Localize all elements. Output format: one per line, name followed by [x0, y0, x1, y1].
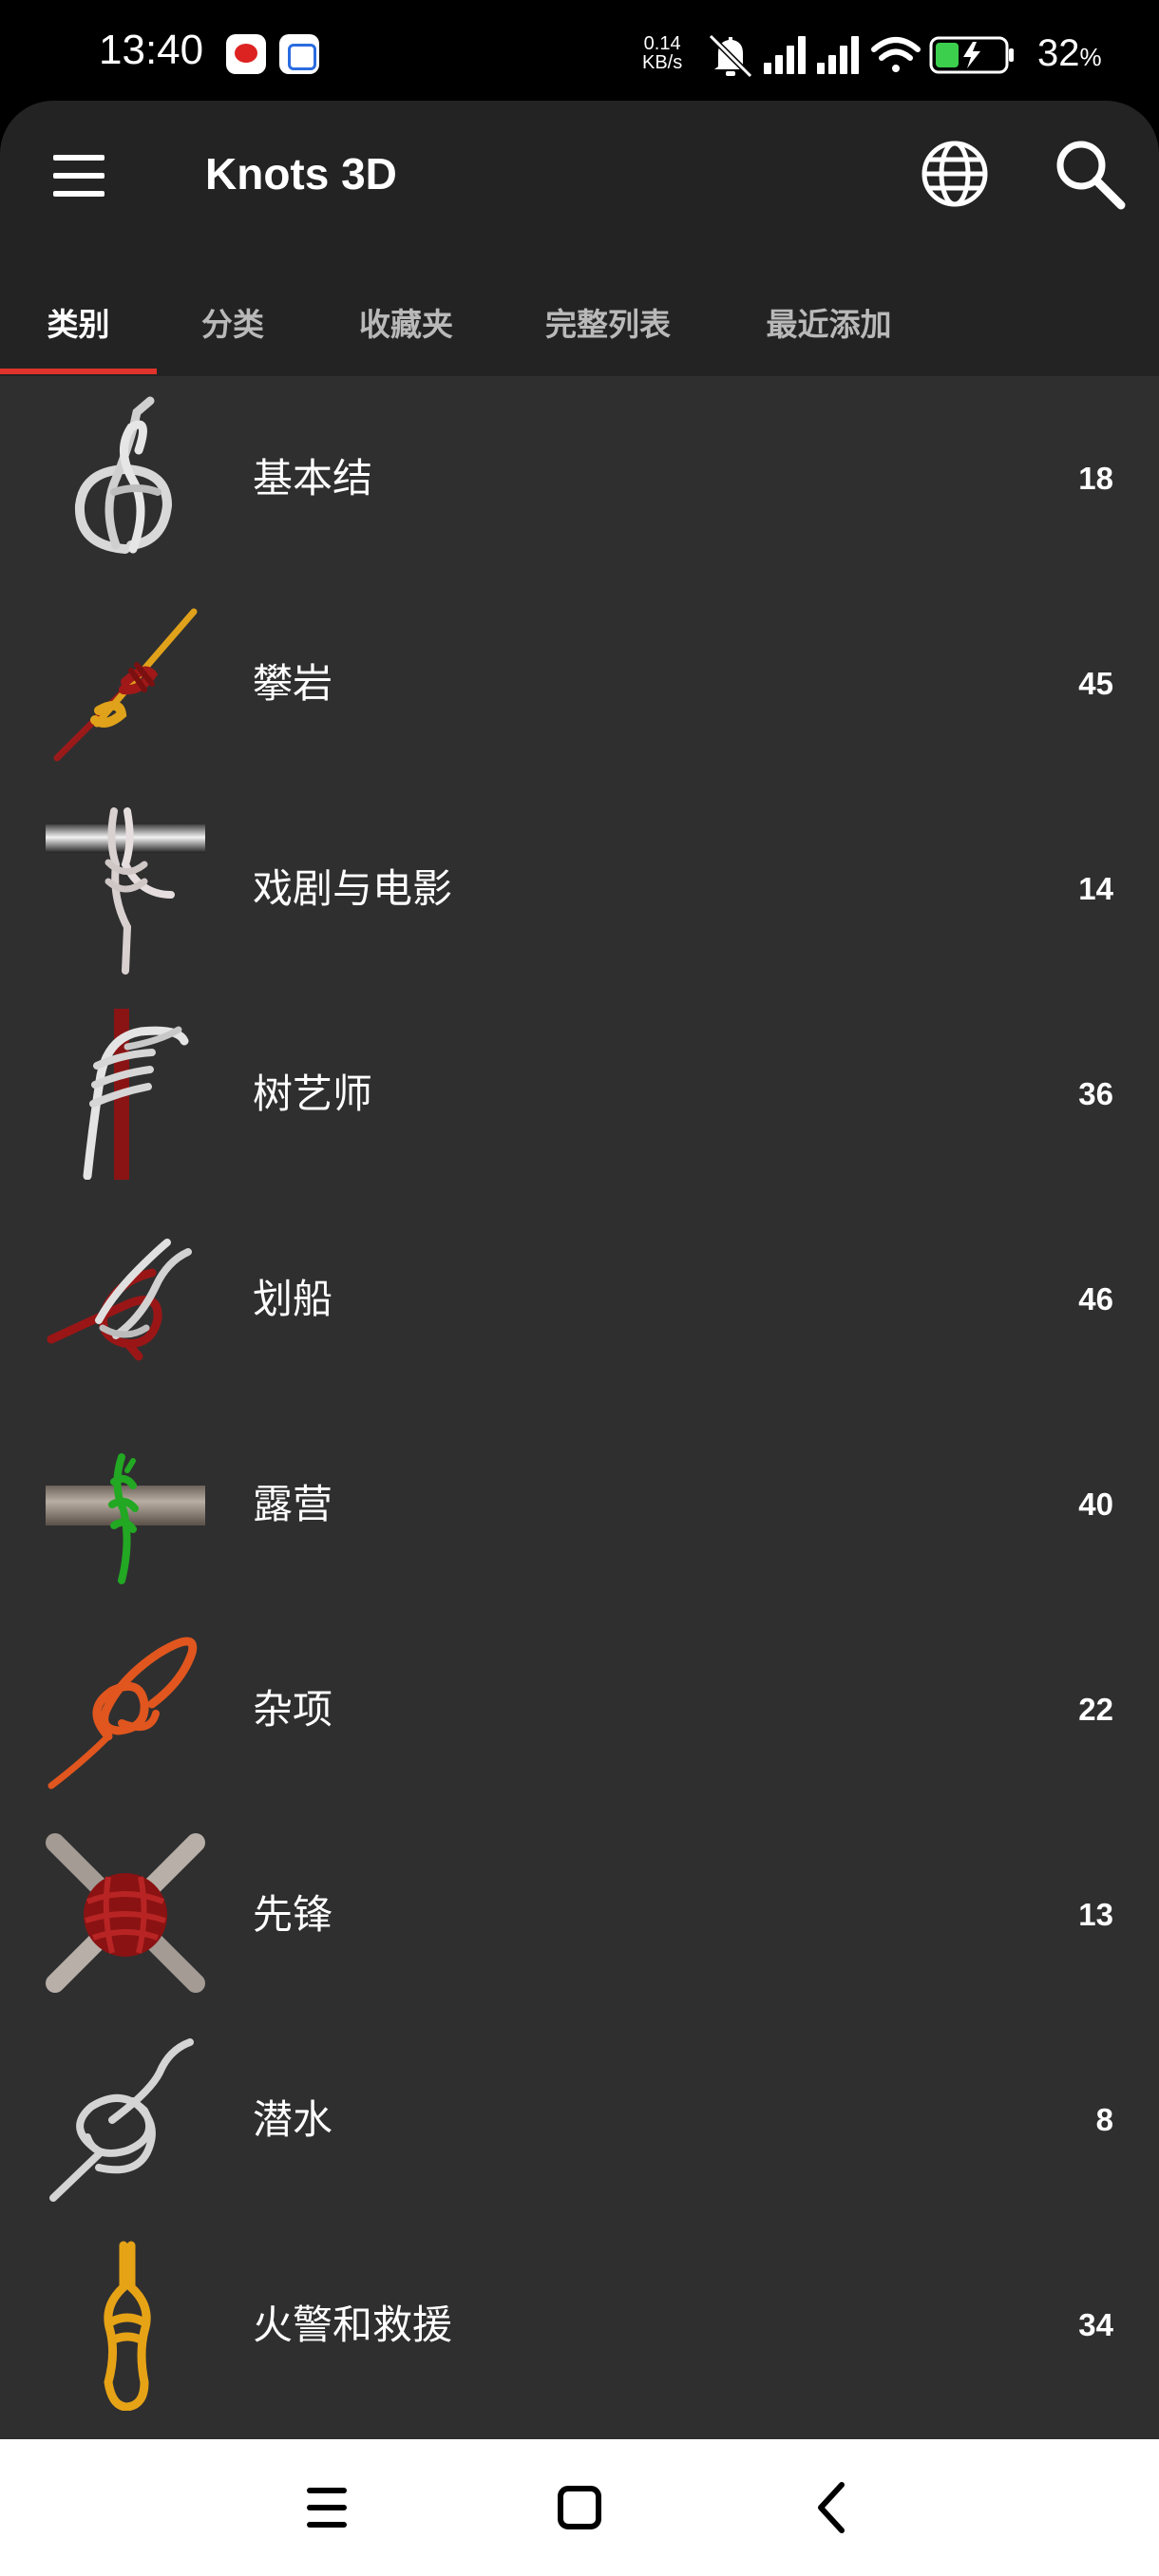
knot-thumbnail-icon	[53, 608, 198, 762]
category-count: 8	[1095, 2102, 1113, 2137]
status-icons	[708, 33, 1014, 79]
list-item[interactable]: 树艺师 36	[0, 992, 1159, 1197]
network-speed-value: 0.14	[643, 33, 681, 54]
category-list: 基本结 18 攀岩 45 戏剧与电影 14 树艺师 36 划船 46 露营 40…	[0, 376, 1159, 2439]
network-speed: 0.14 KB/s	[642, 34, 682, 72]
menu-icon-line	[53, 155, 104, 161]
knot-thumbnail-icon	[47, 1239, 192, 1361]
tab-categories[interactable]: 类别	[0, 272, 157, 376]
category-count: 18	[1078, 461, 1113, 496]
active-tab-indicator	[0, 369, 157, 374]
list-item[interactable]: 戏剧与电影 14	[0, 786, 1159, 992]
search-icon[interactable]	[1051, 135, 1129, 213]
list-item[interactable]: 攀岩 45	[0, 581, 1159, 786]
category-label: 戏剧与电影	[253, 865, 453, 912]
status-time: 13:40	[99, 27, 204, 73]
knot-thumbnail-icon	[49, 2038, 194, 2202]
bell-muted-icon	[708, 33, 753, 79]
category-label: 树艺师	[253, 1070, 373, 1117]
status-bar: 13:40 0.14 KB/s 32%	[0, 0, 1159, 104]
category-label: 露营	[253, 1481, 333, 1527]
home-icon[interactable]	[540, 2468, 619, 2548]
back-icon[interactable]	[792, 2468, 872, 2548]
category-count: 40	[1078, 1487, 1113, 1522]
list-item[interactable]: 露营 40	[0, 1402, 1159, 1607]
category-label: 火警和救援	[253, 2301, 453, 2348]
category-count: 36	[1078, 1076, 1113, 1111]
category-label: 杂项	[253, 1686, 333, 1733]
category-label: 先锋	[253, 1891, 333, 1938]
menu-button[interactable]	[49, 146, 108, 205]
category-count: 34	[1078, 2307, 1113, 2342]
category-label: 潜水	[253, 2096, 333, 2143]
category-count: 46	[1078, 1281, 1113, 1316]
signal-icon	[764, 36, 806, 74]
tab-classification[interactable]: 分类	[157, 272, 309, 376]
battery-percent-symbol: %	[1079, 43, 1102, 71]
knot-thumbnail-icon	[83, 1009, 189, 1180]
network-speed-unit: KB/s	[642, 52, 683, 73]
category-count: 13	[1078, 1897, 1113, 1932]
knot-thumbnail-icon	[46, 807, 205, 975]
list-item[interactable]: 先锋 13	[0, 1812, 1159, 2017]
category-label: 划船	[253, 1276, 333, 1322]
tab-recently-added[interactable]: 最近添加	[712, 272, 945, 376]
knot-thumbnail-icon	[74, 396, 173, 554]
system-navigation-bar	[0, 2439, 1159, 2576]
menu-icon-line	[53, 191, 104, 197]
knot-thumbnail-icon	[46, 1453, 205, 1584]
tab-full-list[interactable]: 完整列表	[504, 272, 712, 376]
notification-app-icon	[226, 34, 266, 74]
list-item[interactable]: 杂项 22	[0, 1607, 1159, 1812]
wifi-icon	[871, 37, 921, 72]
battery-percent-value: 32	[1037, 32, 1080, 74]
category-count: 14	[1078, 871, 1113, 906]
category-count: 45	[1078, 666, 1113, 701]
knot-thumbnail-icon	[104, 2241, 151, 2411]
menu-icon-line	[53, 173, 104, 179]
list-item[interactable]: 火警和救援 34	[0, 2223, 1159, 2428]
tab-favorites[interactable]: 收藏夹	[309, 272, 504, 376]
cloud-app-icon	[279, 34, 319, 74]
globe-icon[interactable]	[918, 137, 992, 211]
battery-charging-icon	[929, 36, 1014, 74]
list-item[interactable]: 基本结 18	[0, 376, 1159, 581]
app-title: Knots 3D	[205, 149, 397, 199]
category-count: 22	[1078, 1692, 1113, 1727]
recent-apps-icon[interactable]	[287, 2468, 367, 2548]
app-bar: Knots 3D 类别 分类 收藏夹 完整列表 最近添加	[0, 101, 1159, 376]
battery-percent: 32%	[1037, 32, 1102, 75]
list-item[interactable]: 潜水 8	[0, 2017, 1159, 2223]
knot-thumbnail-icon	[46, 1833, 205, 1993]
tab-bar: 类别 分类 收藏夹 完整列表 最近添加	[0, 272, 1159, 376]
category-label: 基本结	[253, 455, 373, 502]
knot-thumbnail-icon	[48, 1637, 198, 1790]
category-label: 攀岩	[253, 660, 333, 707]
list-item[interactable]: 划船 46	[0, 1197, 1159, 1402]
signal-icon	[817, 36, 859, 74]
